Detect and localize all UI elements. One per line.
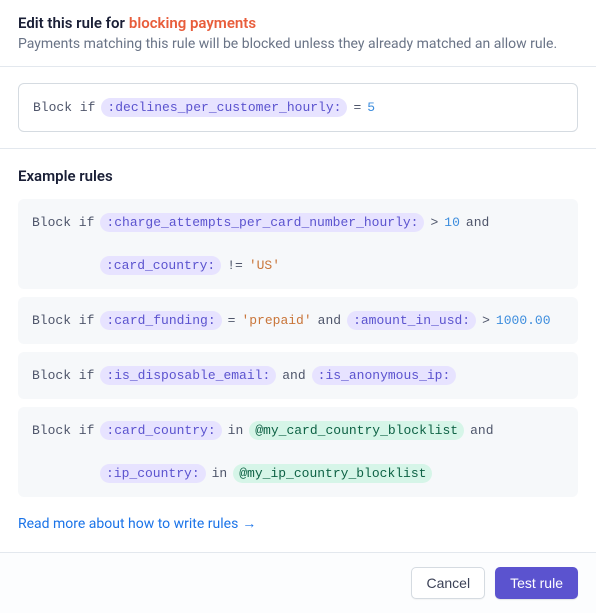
attribute-token: :is_anonymous_ip: (312, 366, 457, 385)
example-rule: Block if :charge_attempts_per_card_number… (18, 199, 578, 289)
attribute-token: :card_country: (100, 421, 221, 440)
footer: Cancel Test rule (0, 553, 596, 613)
examples-list: Block if :charge_attempts_per_card_number… (18, 199, 578, 497)
rule-editor[interactable]: Block if :declines_per_customer_hourly: … (18, 83, 578, 132)
operator: and (470, 423, 493, 438)
editor-keyword: Block if (33, 100, 95, 115)
rule-keyword: Block if (32, 368, 94, 383)
example-rule: Block if :card_funding: = 'prepaid' and :amou… (18, 297, 578, 344)
page-subtitle: Payments matching this rule will be bloc… (18, 36, 578, 52)
attribute-token: :amount_in_usd: (347, 311, 476, 330)
header: Edit this rule for blocking payments Pay… (0, 0, 596, 66)
examples-title: Example rules (18, 167, 578, 185)
editor-attribute-token: :declines_per_customer_hourly: (101, 98, 347, 117)
rule-keyword: Block if (32, 313, 94, 328)
operator: != (227, 258, 243, 273)
title-highlight: blocking payments (129, 14, 256, 32)
operator: = (228, 313, 236, 328)
title-prefix: Edit this rule for (18, 14, 125, 32)
page-title: Edit this rule for blocking payments (18, 14, 578, 32)
link-label: Read more about how to write rules (18, 516, 238, 532)
list-token: @my_ip_country_blocklist (233, 464, 432, 483)
operator: and (282, 368, 305, 383)
editor-value: 5 (367, 100, 375, 115)
number-literal: 10 (444, 215, 460, 230)
rule-keyword: Block if (32, 423, 94, 438)
operator: > (430, 215, 438, 230)
attribute-token: :ip_country: (100, 464, 206, 483)
examples-section: Example rules Block if :charge_attempts_p… (0, 149, 596, 552)
test-rule-button[interactable]: Test rule (495, 567, 578, 599)
example-rule: Block if:card_country:in@my_card_country… (18, 407, 578, 497)
cancel-button[interactable]: Cancel (411, 567, 485, 599)
operator: in (228, 423, 244, 438)
editor-operator: = (353, 100, 361, 115)
rule-keyword: Block if (32, 215, 94, 230)
example-rule: Block if :is_disposable_email: and :is_anon… (18, 352, 578, 399)
operator: and (466, 215, 489, 230)
read-more-link[interactable]: Read more about how to write rules → (18, 515, 256, 532)
attribute-token: :charge_attempts_per_card_number_hourly: (100, 213, 424, 232)
attribute-token: :card_funding: (100, 311, 221, 330)
operator: in (212, 466, 228, 481)
string-literal: 'prepaid' (241, 313, 311, 328)
operator: > (482, 313, 490, 328)
link-row: Read more about how to write rules → (18, 515, 578, 532)
arrow-right-icon: → (242, 515, 256, 532)
rule-editor-wrap: Block if :declines_per_customer_hourly: … (0, 67, 596, 148)
number-literal: 1000.00 (496, 313, 551, 328)
attribute-token: :card_country: (100, 256, 221, 275)
string-literal: 'US' (249, 258, 280, 273)
list-token: @my_card_country_blocklist (249, 421, 464, 440)
attribute-token: :is_disposable_email: (100, 366, 276, 385)
operator: and (318, 313, 341, 328)
